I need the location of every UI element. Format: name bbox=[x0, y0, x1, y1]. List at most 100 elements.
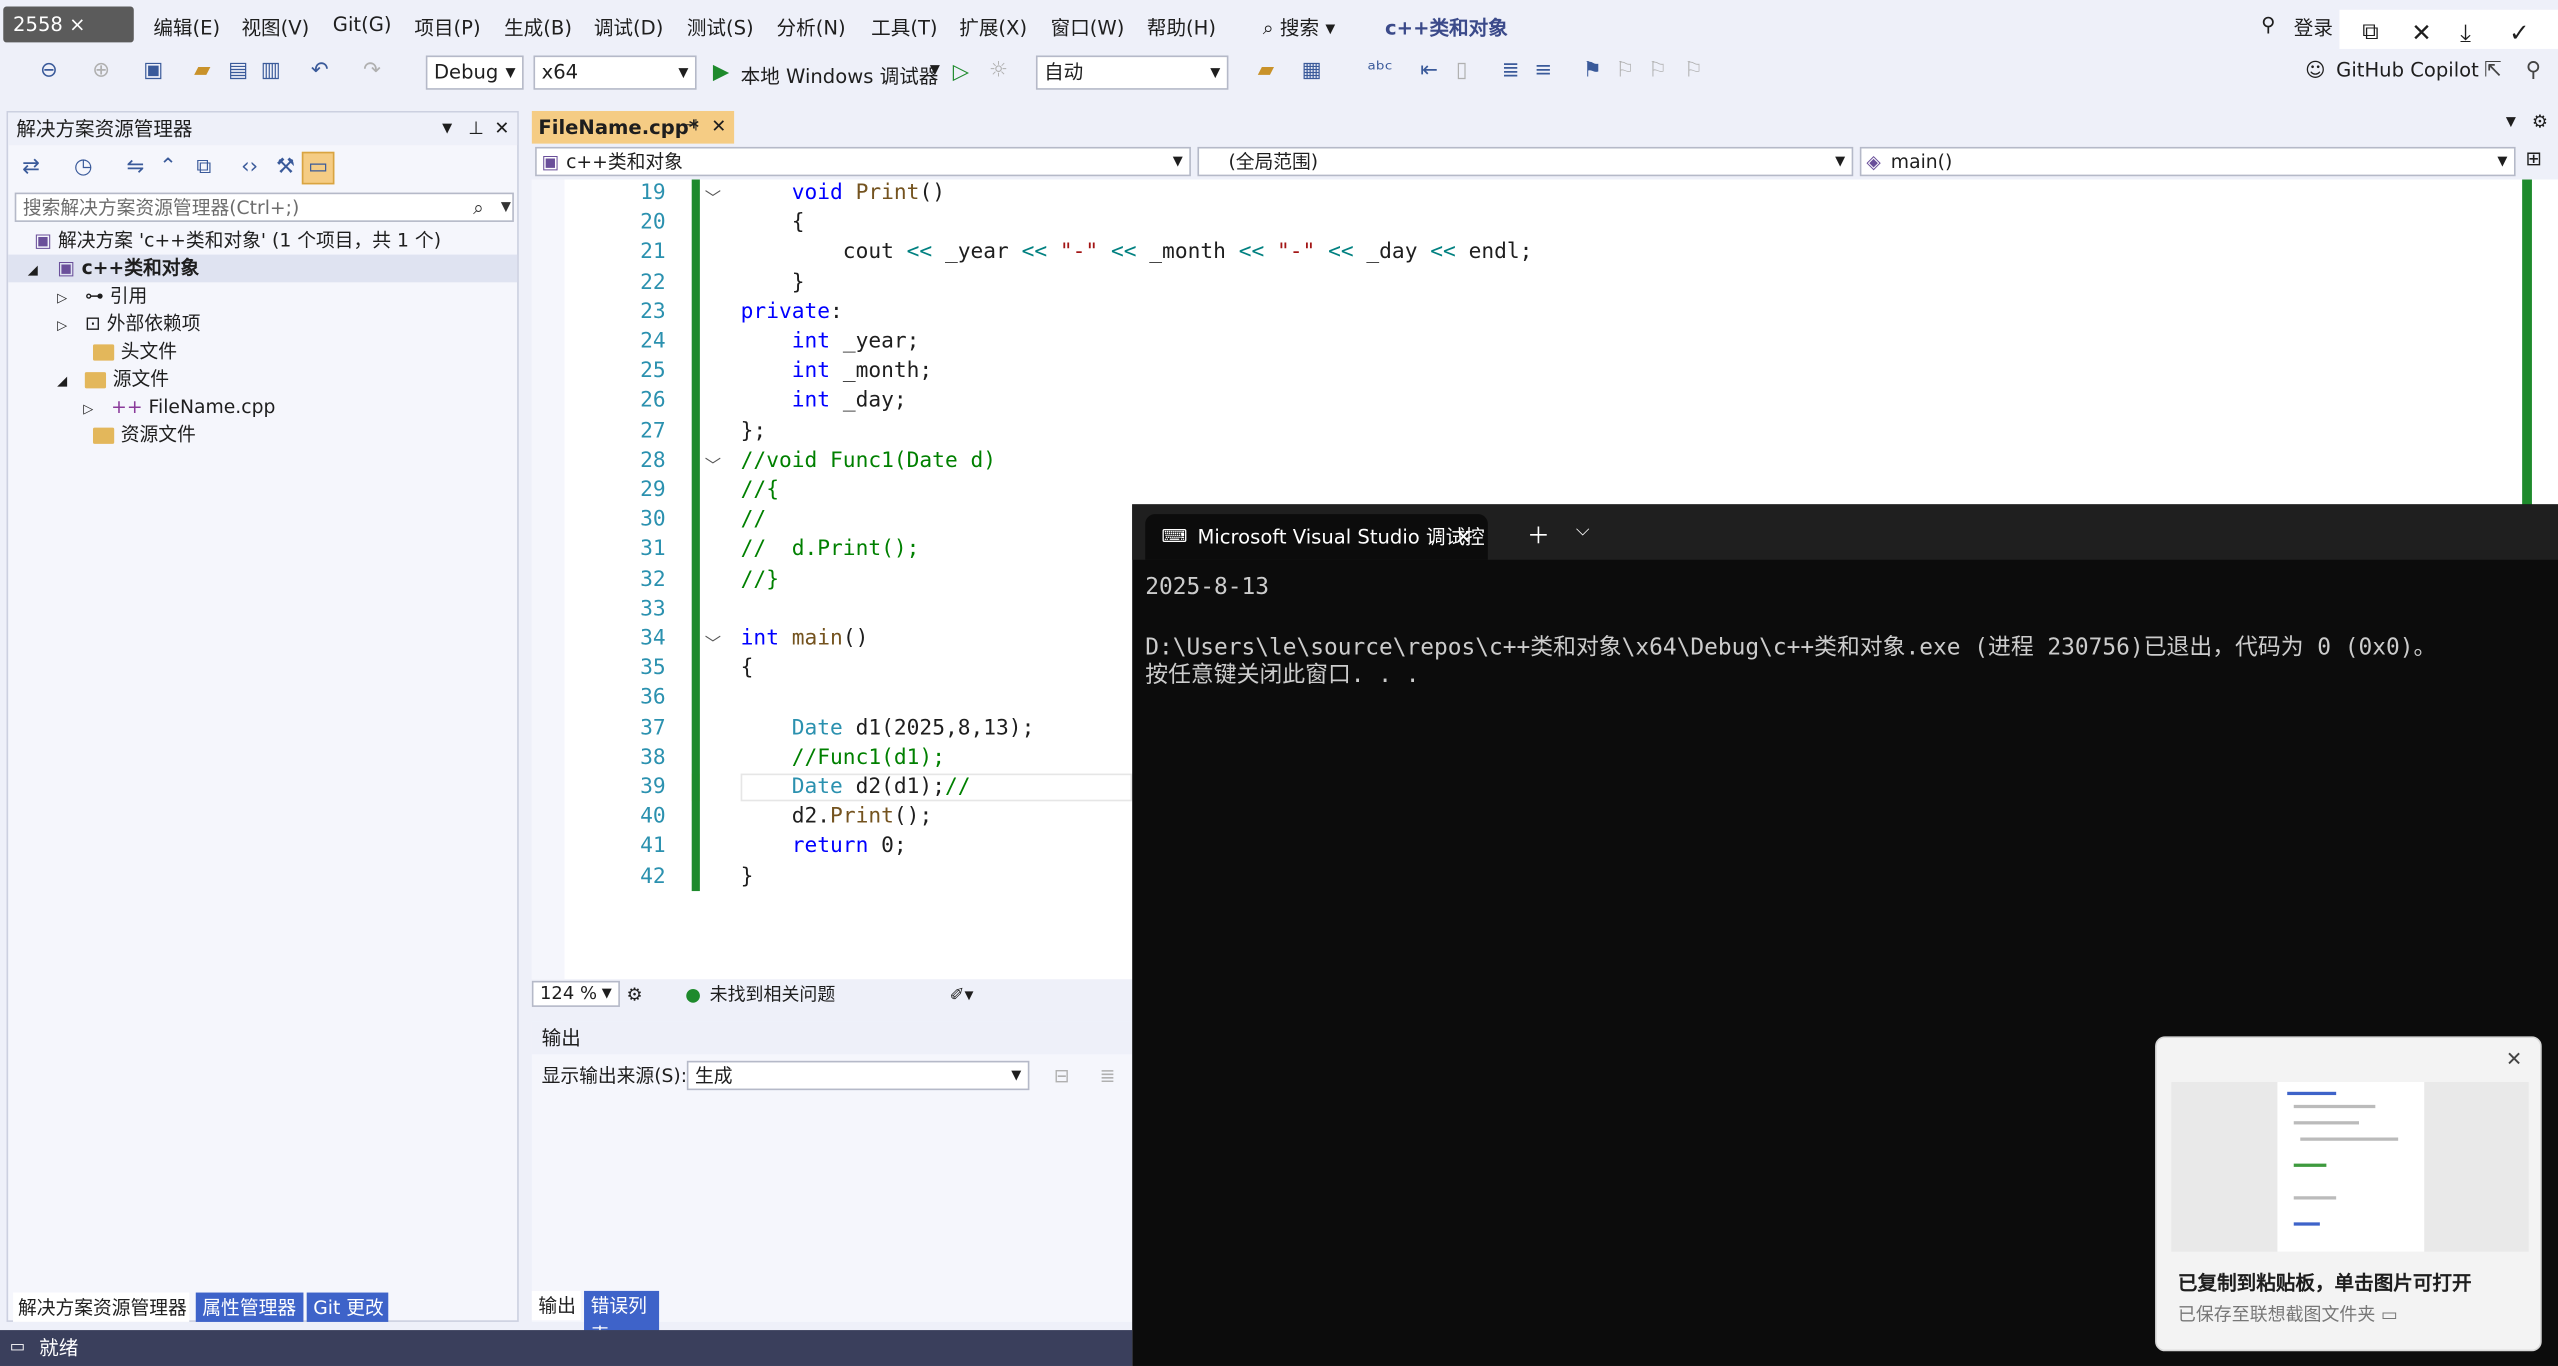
close-panel-icon[interactable]: ✕ bbox=[494, 113, 509, 146]
search-menu[interactable]: ⌕ 搜索 ▾ bbox=[1263, 13, 1335, 41]
code-line[interactable]: private: bbox=[741, 300, 843, 324]
code-icon[interactable]: ‹› bbox=[237, 155, 263, 181]
code-line[interactable]: // bbox=[741, 508, 767, 532]
code-line[interactable]: int _month; bbox=[741, 359, 932, 383]
hot-reload-icon[interactable]: ☼ bbox=[985, 59, 1011, 85]
tree-project[interactable]: ◢ ▣ c++类和对象 bbox=[8, 254, 518, 283]
code-line[interactable]: void Print() bbox=[741, 181, 945, 205]
collapse-arrow-icon[interactable]: ▷ bbox=[57, 290, 67, 305]
menu-debug[interactable]: 调试(D) bbox=[594, 13, 664, 41]
save-all-icon[interactable]: ▥ bbox=[258, 59, 284, 85]
tree-header-files[interactable]: 头文件 bbox=[92, 338, 177, 366]
pin-panel-icon[interactable]: ⊥ bbox=[468, 113, 484, 146]
layout-icon[interactable]: ▦ bbox=[1299, 59, 1325, 85]
close-tab-icon[interactable]: ✕ bbox=[1455, 514, 1471, 560]
tree-solution[interactable]: ▣ 解决方案 'c++类和对象' (1 个项目，共 1 个) bbox=[34, 227, 441, 255]
code-line[interactable]: int _day; bbox=[741, 389, 907, 413]
chevron-down-icon[interactable]: ⌵ bbox=[1576, 519, 1590, 542]
download-icon[interactable]: ⤓ bbox=[2460, 18, 2471, 47]
redo-icon[interactable]: ↷ bbox=[359, 59, 385, 85]
tab-property-manager[interactable]: 属性管理器 bbox=[195, 1292, 304, 1322]
folder-icon[interactable]: ▭ bbox=[2381, 1304, 2398, 1325]
dropdown-icon[interactable]: ▼ bbox=[442, 113, 452, 146]
bookmark-clear-icon[interactable]: ⚐ bbox=[1680, 59, 1706, 85]
issues-status[interactable]: 未找到相关问题 bbox=[710, 981, 836, 1009]
share-icon[interactable]: ⇱ bbox=[2480, 59, 2506, 85]
code-line[interactable]: //{ bbox=[741, 478, 779, 502]
start-without-debug-icon[interactable]: ▷ bbox=[953, 60, 969, 84]
history-icon[interactable]: ◷ bbox=[70, 155, 96, 181]
chevron-down-icon[interactable]: ▼ bbox=[501, 194, 511, 220]
wrench-icon[interactable]: ⚒ bbox=[272, 155, 298, 181]
sync-icon[interactable]: ⇄ bbox=[18, 155, 44, 181]
output-source-select[interactable]: 生成 ▼ bbox=[686, 1060, 1030, 1091]
code-line[interactable]: { bbox=[741, 211, 805, 235]
menu-git[interactable]: Git(G) bbox=[333, 13, 392, 36]
save-icon[interactable]: ▤ bbox=[225, 59, 251, 85]
fold-toggle-icon[interactable]: ﹀ bbox=[705, 184, 725, 209]
tab-output[interactable]: 输出 bbox=[531, 1290, 581, 1321]
outdent-icon[interactable]: ≡ bbox=[1530, 59, 1556, 85]
bookmark-prev-icon[interactable]: ⚐ bbox=[1612, 59, 1638, 85]
solution-search-input[interactable]: 搜索解决方案资源管理器(Ctrl+;) ⌕ ▼ bbox=[14, 192, 514, 222]
code-line[interactable]: Date d1(2025,8,13); bbox=[741, 716, 1035, 740]
console-tab[interactable]: ⌨ Microsoft Visual Studio 调试控 ✕ bbox=[1145, 514, 1488, 560]
tab-git-changes[interactable]: Git 更改 bbox=[306, 1292, 389, 1322]
menu-tools[interactable]: 工具(T) bbox=[871, 13, 937, 41]
login-link[interactable]: 登录 bbox=[2294, 13, 2333, 41]
menu-view[interactable]: 视图(V) bbox=[241, 13, 309, 41]
preview-icon[interactable]: ▭ bbox=[301, 151, 335, 185]
code-line[interactable]: //} bbox=[741, 567, 779, 591]
run-debugger-button[interactable]: 本地 Windows 调试器 bbox=[741, 62, 939, 90]
nav-project-select[interactable]: ▣ c++类和对象 ▼ bbox=[535, 146, 1191, 177]
code-line[interactable]: //void Func1(Date d) bbox=[741, 448, 996, 472]
fold-toggle-icon[interactable]: ﹀ bbox=[705, 452, 725, 477]
tree-resource-files[interactable]: 资源文件 bbox=[92, 421, 196, 449]
tree-references[interactable]: ▷ ⊶ 引用 bbox=[57, 282, 147, 310]
tree-external-deps[interactable]: ▷ ⊡ 外部依赖项 bbox=[57, 310, 200, 338]
copy-icon[interactable]: ⧉ bbox=[191, 155, 217, 181]
tree-source-files[interactable]: ◢ 源文件 bbox=[57, 366, 169, 394]
collapse-arrow-icon[interactable]: ▷ bbox=[57, 318, 67, 333]
copilot-button[interactable]: GitHub Copilot bbox=[2336, 59, 2479, 82]
tab-filename-cpp[interactable]: FileName.cpp* ⊣ ✕ bbox=[531, 110, 735, 144]
new-tab-icon[interactable]: ＋ bbox=[1527, 519, 1550, 552]
code-line[interactable]: } bbox=[741, 864, 754, 888]
format2-icon[interactable]: ▯ bbox=[1449, 59, 1475, 85]
play-icon[interactable]: ▶ bbox=[713, 60, 729, 84]
screenshot-thumbnail[interactable] bbox=[2171, 1082, 2529, 1252]
cleanup-icon[interactable]: ✐▾ bbox=[949, 981, 973, 1009]
forward-icon[interactable]: ⊕ bbox=[88, 59, 114, 85]
close-icon[interactable]: ✕ bbox=[2506, 1048, 2522, 1071]
auto-select[interactable]: 自动 ▼ bbox=[1035, 55, 1229, 90]
screenshot-toast[interactable]: ✕ 已复制到粘贴板，单击图片可打开 已保存至联想截图文件夹 ▭ bbox=[2155, 1036, 2542, 1352]
close-tab-icon[interactable]: ✕ bbox=[711, 111, 726, 144]
nav-member-select[interactable]: ◈ main() ▼ bbox=[1859, 146, 2516, 177]
close-icon[interactable]: ✕ bbox=[2411, 18, 2432, 47]
menu-analyze[interactable]: 分析(N) bbox=[777, 13, 846, 41]
code-line[interactable]: cout << _year << "-" << _month << "-" <<… bbox=[741, 241, 1533, 265]
pin-tab-icon[interactable]: ⊣ bbox=[684, 111, 698, 144]
collapse-arrow-icon[interactable]: ▷ bbox=[83, 401, 93, 416]
search-icon[interactable]: ⌕ bbox=[473, 194, 484, 220]
nav-scope-select[interactable]: (全局范围) ▼ bbox=[1197, 146, 1854, 177]
zoom-select[interactable]: 124 % ▼ bbox=[531, 980, 620, 1007]
code-line[interactable]: int _year; bbox=[741, 330, 920, 354]
menu-window[interactable]: 窗口(W) bbox=[1051, 13, 1125, 41]
tree-filename-cpp[interactable]: ▷ ++ FileName.cpp bbox=[83, 393, 275, 421]
check-icon[interactable]: ✓ bbox=[2509, 18, 2530, 47]
code-line[interactable]: { bbox=[741, 656, 754, 680]
configuration-select[interactable]: Debug ▼ bbox=[425, 55, 524, 90]
new-project-icon[interactable]: ▣ bbox=[140, 59, 166, 85]
expand-icon[interactable]: ◢ bbox=[28, 263, 38, 278]
back-icon[interactable]: ⊖ bbox=[36, 59, 62, 85]
folder-icon[interactable]: ▰ bbox=[1253, 59, 1279, 85]
code-line[interactable]: Date d2(d1);// bbox=[741, 775, 971, 799]
wrap-icon[interactable]: ≣ bbox=[1100, 1061, 1116, 1090]
indent-icon[interactable]: ≣ bbox=[1498, 59, 1524, 85]
tab-solution-explorer[interactable]: 解决方案资源管理器 bbox=[13, 1292, 190, 1322]
menu-build[interactable]: 生成(B) bbox=[504, 13, 572, 41]
menu-extensions[interactable]: 扩展(X) bbox=[959, 13, 1027, 41]
bookmark-icon[interactable]: ⚑ bbox=[1579, 59, 1605, 85]
menu-project[interactable]: 项目(P) bbox=[414, 13, 480, 41]
